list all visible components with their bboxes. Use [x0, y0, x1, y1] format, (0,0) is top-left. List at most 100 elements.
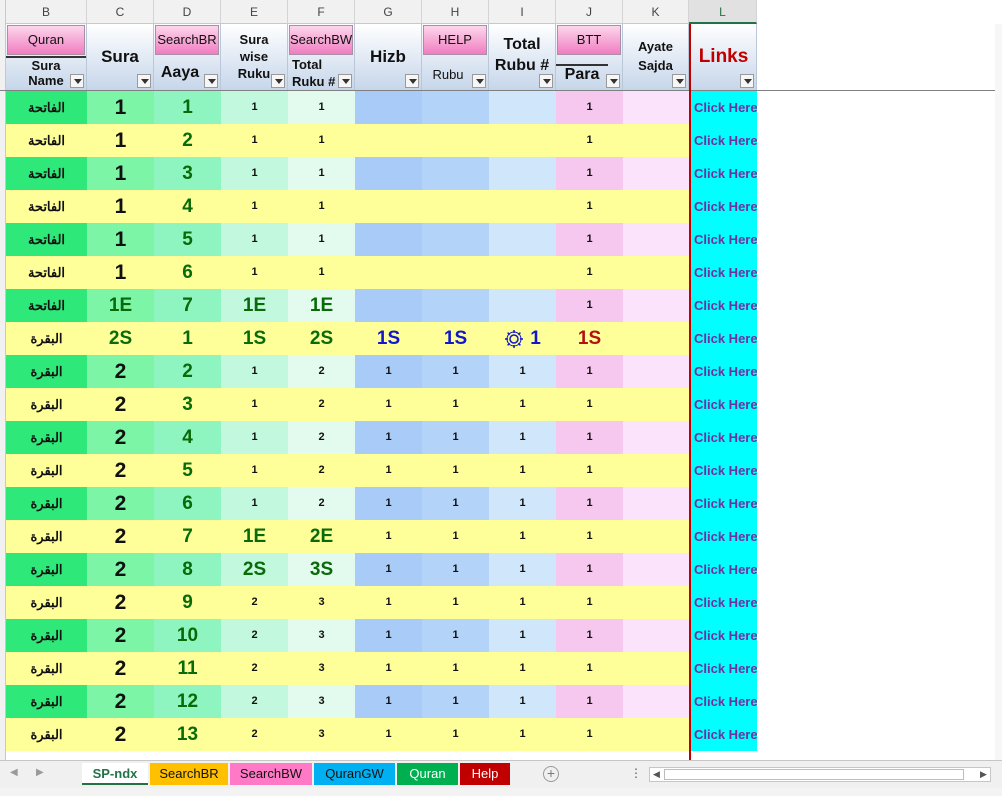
column-header-i[interactable]: I [489, 0, 556, 24]
column-header-g[interactable]: G [355, 0, 422, 24]
filter-dropdown-j[interactable] [606, 74, 620, 88]
column-header-l[interactable]: L [689, 0, 757, 24]
vertical-scrollbar[interactable] [995, 24, 1002, 760]
cell-c: 1 [87, 190, 154, 223]
column-header-d[interactable]: D [154, 0, 221, 24]
link-click-here[interactable]: Click Here [691, 553, 757, 586]
header-aaya: SearchBR Aaya [154, 24, 221, 90]
searchbr-button[interactable]: SearchBR [155, 25, 219, 55]
cell-d: 1 [154, 322, 221, 355]
searchbw-button[interactable]: SearchBW [289, 25, 353, 55]
cell-f: 3 [288, 685, 355, 718]
cell-f: 2E [288, 520, 355, 553]
cell-c: 2 [87, 619, 154, 652]
tab-help[interactable]: Help [460, 763, 510, 785]
cell-g: 1 [355, 454, 422, 487]
filter-dropdown-h[interactable] [472, 74, 486, 88]
link-click-here[interactable]: Click Here [691, 256, 757, 289]
column-header-f[interactable]: F [288, 0, 355, 24]
cell-c: 1 [87, 91, 154, 124]
cell-sura-name: البقرة [6, 586, 87, 619]
cell-h [422, 157, 489, 190]
link-click-here[interactable]: Click Here [691, 487, 757, 520]
link-click-here[interactable]: Click Here [691, 355, 757, 388]
link-click-here[interactable]: Click Here [691, 223, 757, 256]
filter-dropdown-d[interactable] [204, 74, 218, 88]
horizontal-scrollbar[interactable]: ◀ ▶ [649, 767, 991, 782]
cell-j: 1 [556, 718, 623, 751]
add-sheet-icon[interactable]: + [543, 766, 559, 782]
scroll-right-icon[interactable]: ▶ [977, 768, 990, 781]
header-links: Links [691, 24, 757, 90]
link-click-here[interactable]: Click Here [691, 586, 757, 619]
link-click-here[interactable]: Click Here [691, 454, 757, 487]
filter-dropdown-k[interactable] [672, 74, 686, 88]
tab-scroll-right-icon[interactable]: ▶ [36, 767, 44, 778]
cell-f: 1 [288, 91, 355, 124]
cell-i [489, 190, 556, 223]
link-click-here[interactable]: Click Here [691, 190, 757, 223]
cell-i [489, 223, 556, 256]
link-click-here[interactable]: Click Here [691, 619, 757, 652]
link-click-here[interactable]: Click Here [691, 157, 757, 190]
cell-i: 1 [489, 487, 556, 520]
link-click-here[interactable]: Click Here [691, 388, 757, 421]
cell-h [422, 289, 489, 322]
cell-d: 13 [154, 718, 221, 751]
cell-ayate-sajda [623, 718, 689, 751]
more-options-icon[interactable]: ⋮ [630, 766, 642, 780]
column-header-c[interactable]: C [87, 0, 154, 24]
quran-button[interactable]: Quran [7, 25, 85, 55]
header-label-aaya: Aaya [160, 64, 200, 81]
link-click-here[interactable]: Click Here [691, 124, 757, 157]
help-button[interactable]: HELP [423, 25, 487, 55]
link-click-here[interactable]: Click Here [691, 685, 757, 718]
header-label-sura: Sura [6, 56, 86, 73]
cell-ayate-sajda [623, 124, 689, 157]
filter-dropdown-b[interactable] [70, 74, 84, 88]
scroll-left-icon[interactable]: ◀ [650, 768, 663, 781]
btt-button[interactable]: BTT [557, 25, 621, 55]
cell-i [489, 124, 556, 157]
cell-j: 1 [556, 91, 623, 124]
filter-dropdown-f[interactable] [338, 74, 352, 88]
table-row: البقرة 2 3 1 2 1 1 1 1 Click Here [6, 388, 757, 421]
filter-dropdown-c[interactable] [137, 74, 151, 88]
tab-searchbw[interactable]: SearchBW [230, 763, 312, 785]
cell-g: 1S [355, 322, 422, 355]
tab-sp-ndx[interactable]: SP-ndx [82, 763, 148, 785]
cell-e: 1 [221, 124, 288, 157]
rubu-marker-icon [505, 329, 524, 348]
cell-f: 2 [288, 388, 355, 421]
column-header-j[interactable]: J [556, 0, 623, 24]
cell-ayate-sajda [623, 520, 689, 553]
cell-sura-name: الفاتحة [6, 124, 87, 157]
tab-searchbr[interactable]: SearchBR [150, 763, 228, 785]
filter-dropdown-e[interactable] [271, 74, 285, 88]
link-click-here[interactable]: Click Here [691, 289, 757, 322]
cell-e: 2 [221, 652, 288, 685]
column-header-h[interactable]: H [422, 0, 489, 24]
filter-dropdown-i[interactable] [539, 74, 553, 88]
scroll-thumb[interactable] [664, 769, 964, 780]
link-click-here[interactable]: Click Here [691, 718, 757, 751]
link-click-here[interactable]: Click Here [691, 520, 757, 553]
link-click-here[interactable]: Click Here [691, 322, 757, 355]
column-header-b[interactable]: B [6, 0, 87, 24]
cell-i: 1 [489, 553, 556, 586]
link-click-here[interactable]: Click Here [691, 421, 757, 454]
table-row: البقرة 2 5 1 2 1 1 1 1 Click Here [6, 454, 757, 487]
tab-qurangw[interactable]: QuranGW [314, 763, 395, 785]
column-header-k[interactable]: K [623, 0, 689, 24]
cell-j: 1 [556, 355, 623, 388]
tab-scroll-left-icon[interactable]: ◀ [10, 767, 18, 778]
column-header-e[interactable]: E [221, 0, 288, 24]
tab-quran[interactable]: Quran [397, 763, 458, 785]
filter-dropdown-l[interactable] [740, 74, 754, 88]
link-click-here[interactable]: Click Here [691, 91, 757, 124]
link-click-here[interactable]: Click Here [691, 652, 757, 685]
filter-dropdown-g[interactable] [405, 74, 419, 88]
cell-ayate-sajda [623, 355, 689, 388]
cell-c: 1 [87, 157, 154, 190]
spreadsheet-grid[interactable]: BCDEFGHIJKL Quran Sura Name Sura SearchB… [0, 0, 1002, 760]
